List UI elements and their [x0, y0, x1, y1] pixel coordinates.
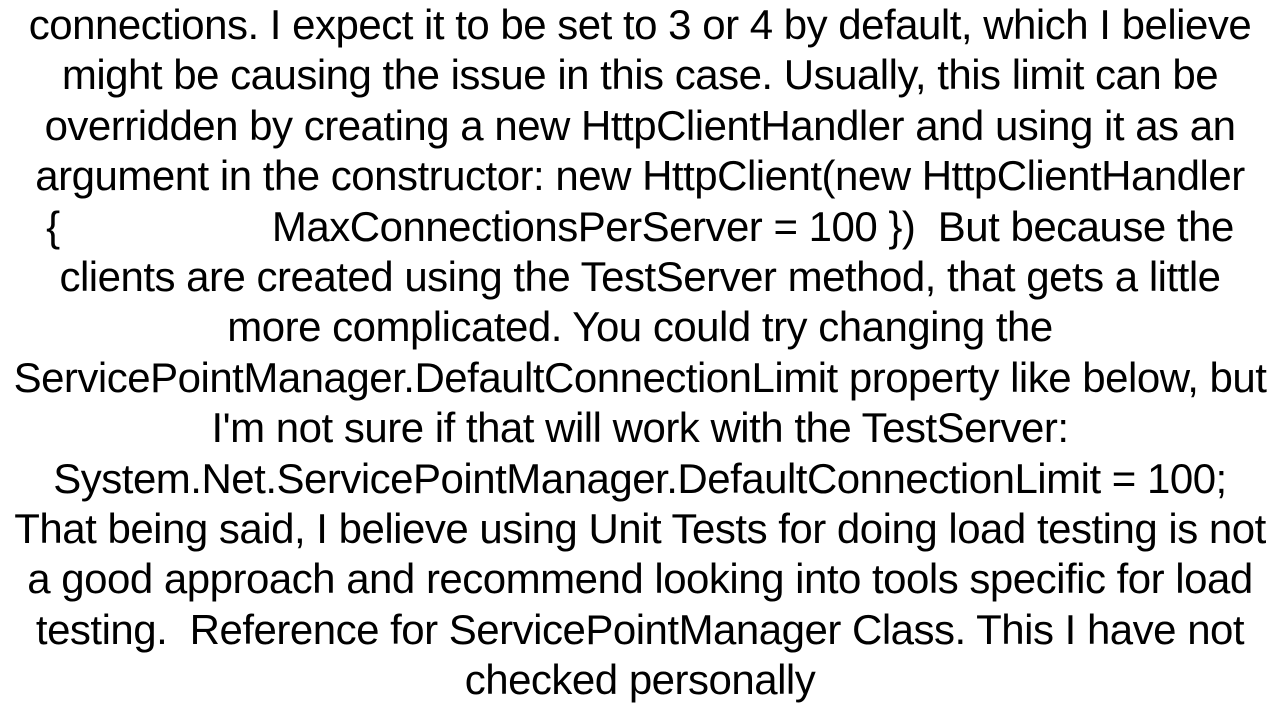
body-text: connections. I expect it to be set to 3 … — [14, 1, 1267, 703]
document-body: connections. I expect it to be set to 3 … — [0, 0, 1280, 705]
